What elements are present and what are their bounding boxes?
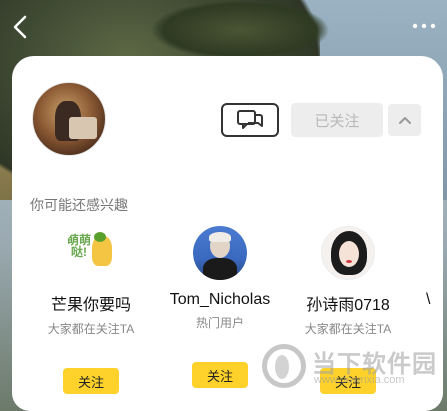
chat-bubbles-icon bbox=[237, 110, 263, 129]
recommendation-name-partial: \ bbox=[426, 291, 431, 308]
recommendation-name[interactable]: 芒果你要吗 bbox=[32, 291, 150, 315]
recommendation-card[interactable]: 萌萌哒! 芒果你要吗 大家都在关注TA 关注 bbox=[32, 226, 150, 394]
recommendation-name[interactable]: 孙诗雨0718 bbox=[289, 291, 407, 315]
ellipsis-icon bbox=[412, 23, 436, 29]
follow-button[interactable]: 关注 bbox=[320, 368, 376, 394]
recommendation-subtitle: 大家都在关注TA bbox=[47, 322, 135, 336]
chevron-up-icon bbox=[398, 117, 411, 124]
recommendation-subtitle: 热门用户 bbox=[195, 316, 244, 330]
sticker-text: 萌萌哒! bbox=[66, 233, 91, 259]
recommendation-card[interactable]: Tom_Nicholas 热门用户 关注 bbox=[161, 226, 279, 388]
profile-avatar[interactable] bbox=[32, 82, 106, 156]
expand-recommendations-button[interactable] bbox=[388, 104, 421, 136]
recommendations-title: 你可能还感兴趣 bbox=[30, 197, 128, 213]
message-button[interactable] bbox=[221, 103, 279, 137]
recommendation-subtitle: 大家都在关注TA bbox=[304, 322, 392, 336]
back-button[interactable] bbox=[10, 14, 36, 44]
profile-card: 已关注 你可能还感兴趣 萌萌哒! 芒果你要吗 大家都在关注TA 关注 Tom_N… bbox=[12, 56, 443, 411]
recommendation-avatar[interactable] bbox=[193, 226, 247, 280]
recommendation-avatar[interactable]: 萌萌哒! bbox=[64, 226, 118, 280]
followed-button[interactable]: 已关注 bbox=[291, 103, 383, 137]
recommendation-card[interactable]: 孙诗雨0718 大家都在关注TA 关注 bbox=[289, 226, 407, 394]
recommendation-avatar[interactable] bbox=[321, 226, 375, 280]
top-nav-bar bbox=[0, 0, 447, 56]
follow-button[interactable]: 关注 bbox=[63, 368, 119, 394]
follow-button[interactable]: 关注 bbox=[192, 362, 248, 388]
recommendation-name[interactable]: Tom_Nicholas bbox=[161, 291, 279, 309]
chevron-left-icon bbox=[13, 15, 27, 39]
more-button[interactable] bbox=[409, 14, 439, 44]
